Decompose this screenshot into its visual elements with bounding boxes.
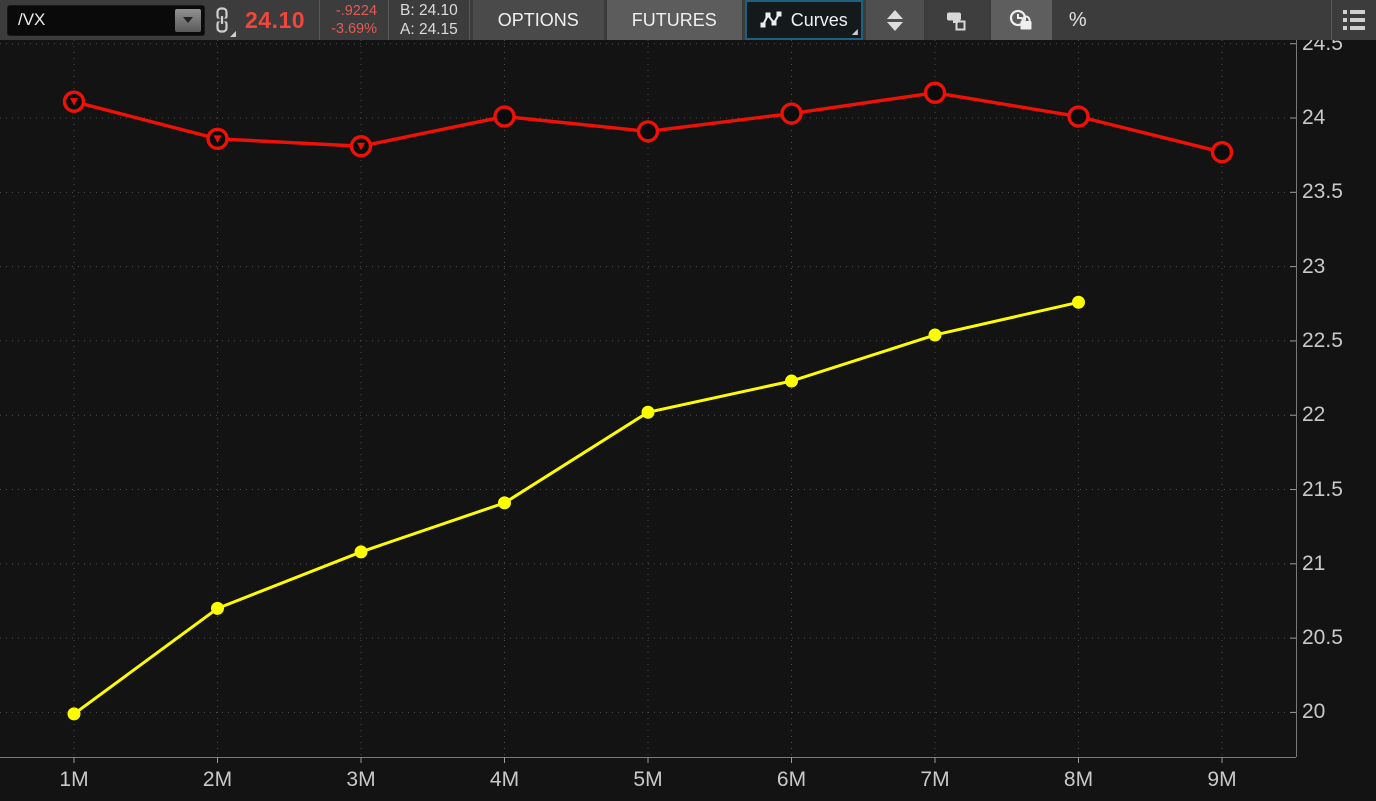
yellow-curve-point[interactable] — [498, 496, 511, 509]
red-curve-point[interactable] — [1069, 107, 1088, 126]
x-axis-label: 3M — [316, 768, 406, 792]
paint-roller-button[interactable] — [927, 0, 988, 40]
yellow-curve-point[interactable] — [68, 707, 81, 720]
x-axis-label: 1M — [29, 768, 119, 792]
x-axis-label: 8M — [1034, 768, 1124, 792]
x-axis-label: 4M — [460, 768, 550, 792]
separator — [319, 0, 320, 40]
symbol-value: /VX — [8, 10, 45, 30]
y-axis-label: 21.5 — [1302, 478, 1343, 502]
percent-icon: % — [1069, 9, 1087, 32]
tab-futures-label: FUTURES — [632, 10, 717, 31]
y-axis-label: 22 — [1302, 403, 1325, 427]
percent-toggle-button[interactable]: % — [1052, 0, 1104, 40]
down-arrow-icon — [887, 22, 903, 31]
x-axis-label: 6M — [747, 768, 837, 792]
y-axis-label: 22.5 — [1302, 329, 1343, 353]
red-curve-point[interactable] — [495, 107, 514, 126]
ask-value: A: 24.15 — [400, 20, 458, 39]
link-button[interactable] — [205, 0, 239, 40]
top-toolbar: /VX 24.10 -.9224 -3.69% B: 24.10 A: 24.1… — [0, 0, 1376, 40]
curve-nodes-icon — [760, 11, 782, 29]
y-axis-label: 23.5 — [1302, 180, 1343, 204]
yellow-curve-point[interactable] — [785, 375, 798, 388]
yellow-curve-point[interactable] — [355, 545, 368, 558]
y-axis-label: 21 — [1302, 552, 1325, 576]
percent-change: -3.69% — [331, 20, 377, 38]
clock-lock-icon — [1008, 8, 1034, 32]
up-arrow-icon — [887, 10, 903, 19]
tab-options[interactable]: OPTIONS — [473, 0, 604, 40]
x-axis-label: 7M — [890, 768, 980, 792]
bid-ask-readout: B: 24.10 A: 24.15 — [400, 1, 458, 40]
y-axis-label: 24.5 — [1302, 40, 1343, 56]
tab-futures[interactable]: FUTURES — [607, 0, 742, 40]
red-curve-point[interactable] — [782, 104, 801, 123]
red-curve-point[interactable] — [926, 83, 945, 102]
y-axis-label: 20 — [1302, 700, 1325, 724]
corner-dropdown-icon — [852, 29, 858, 35]
clock-lock-button[interactable] — [991, 0, 1052, 40]
symbol-dropdown-button[interactable] — [175, 9, 201, 32]
tab-curves-label: Curves — [791, 10, 848, 31]
y-axis-label: 20.5 — [1302, 626, 1343, 650]
last-price: 24.10 — [245, 7, 305, 34]
link-icon — [213, 7, 231, 33]
yellow-curve-point[interactable] — [929, 328, 942, 341]
x-axis-label: 5M — [603, 768, 693, 792]
menu-button[interactable] — [1332, 0, 1376, 40]
expand-collapse-button[interactable] — [866, 0, 924, 40]
red-curve-point[interactable] — [1213, 143, 1232, 162]
change-readout: -.9224 -3.69% — [331, 2, 377, 38]
x-axis-label: 2M — [173, 768, 263, 792]
chevron-down-icon — [183, 17, 193, 23]
y-axis-label: 23 — [1302, 255, 1325, 279]
red-curve-point[interactable] — [639, 122, 658, 141]
y-axis-label: 24 — [1302, 106, 1325, 130]
paint-roller-icon — [945, 8, 969, 32]
net-change: -.9224 — [331, 2, 377, 20]
bid-value: B: 24.10 — [400, 1, 458, 20]
yellow-curve-point[interactable] — [642, 406, 655, 419]
curves-chart-plot[interactable] — [0, 40, 1376, 801]
tab-curves[interactable]: Curves — [745, 0, 863, 40]
tab-options-label: OPTIONS — [498, 10, 579, 31]
curves-chart[interactable]: 24.5 24 23.5 23 22.5 22 21.5 21 20.5 20 1M 2M 3M 4M 5M… — [0, 40, 1376, 801]
yellow-curve-point[interactable] — [211, 602, 224, 615]
x-axis-label: 9M — [1177, 768, 1267, 792]
yellow-curve-line — [74, 302, 1079, 714]
separator — [388, 0, 389, 40]
yellow-curve-point[interactable] — [1072, 296, 1085, 309]
separator — [469, 0, 470, 40]
symbol-input[interactable]: /VX — [7, 5, 205, 36]
